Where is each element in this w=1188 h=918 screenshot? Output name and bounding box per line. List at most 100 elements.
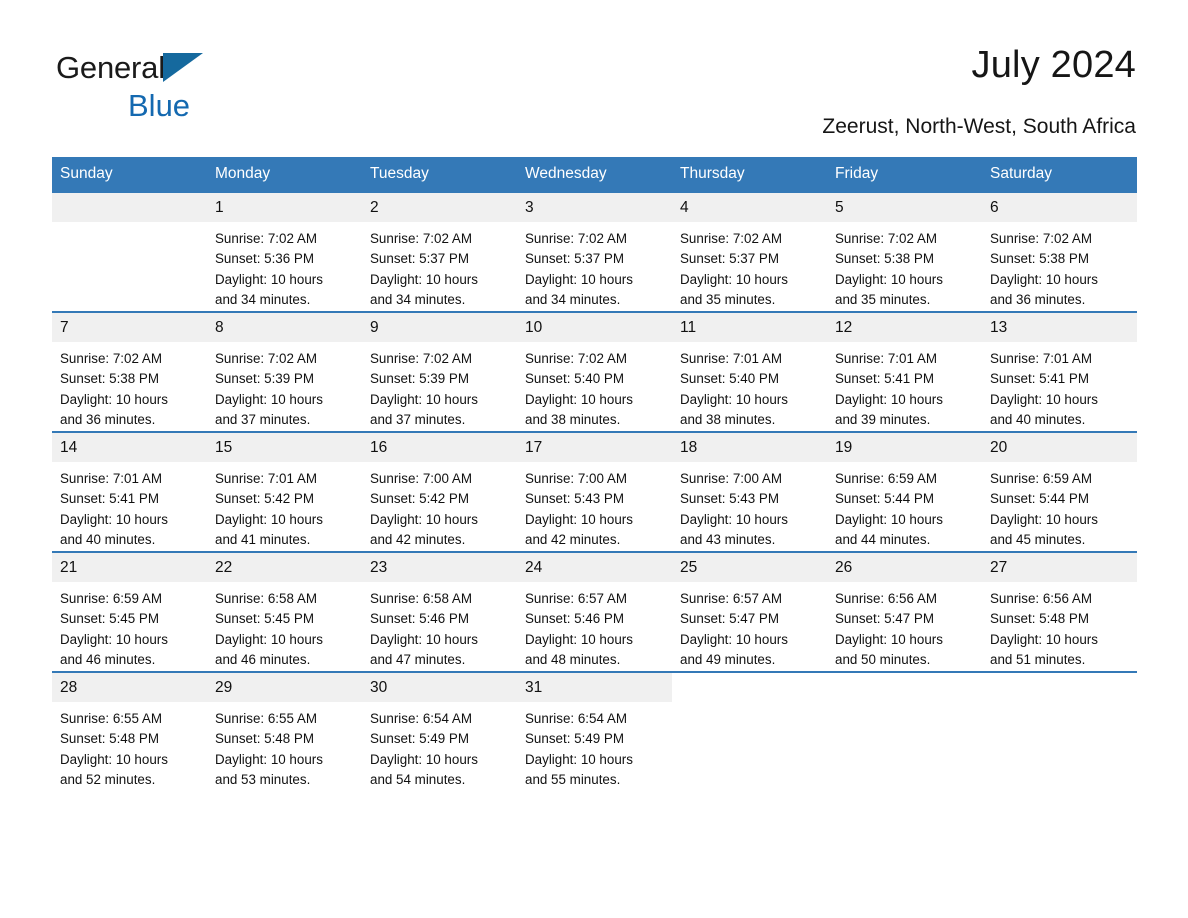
sunrise-text: Sunrise: 7:02 AM — [990, 231, 1092, 246]
day-details: Sunrise: 7:02 AM Sunset: 5:40 PM Daylight:… — [517, 342, 672, 430]
calendar-day-cell[interactable]: 23 Sunrise: 6:58 AM Sunset: 5:46 PM Dayligh… — [362, 551, 517, 672]
sunrise-text: Sunrise: 6:59 AM — [60, 591, 162, 606]
sunset-text: Sunset: 5:41 PM — [60, 491, 159, 507]
calendar-day-cell[interactable]: 26 Sunrise: 6:56 AM Sunset: 5:47 PM Dayligh… — [827, 551, 982, 672]
sunset-text: Sunset: 5:49 PM — [525, 731, 624, 747]
daylight-text-line2: and 50 minutes. — [835, 651, 931, 667]
day-number: 3 — [517, 193, 672, 222]
day-number: 17 — [517, 433, 672, 462]
general-blue-logo[interactable]: General Blue — [56, 52, 286, 124]
day-details: Sunrise: 6:59 AM Sunset: 5:44 PM Daylight:… — [827, 462, 982, 550]
calendar-day-cell[interactable]: 29 Sunrise: 6:55 AM Sunset: 5:48 PM Dayligh… — [207, 671, 362, 791]
calendar-day-cell[interactable]: 31 Sunrise: 6:54 AM Sunset: 5:49 PM Dayligh… — [517, 671, 672, 791]
sunset-text: Sunset: 5:47 PM — [680, 611, 779, 627]
sunrise-text: Sunrise: 6:56 AM — [990, 591, 1092, 606]
sunrise-text: Sunrise: 6:55 AM — [60, 711, 162, 726]
day-details: Sunrise: 6:55 AM Sunset: 5:48 PM Daylight:… — [207, 702, 362, 790]
sunrise-text: Sunrise: 7:01 AM — [680, 351, 782, 366]
triangle-icon — [162, 53, 203, 82]
sunset-text: Sunset: 5:45 PM — [60, 611, 159, 627]
page-header: General Blue July 2024 Zeerust, North-We… — [0, 0, 1188, 138]
sunrise-text: Sunrise: 7:02 AM — [525, 351, 627, 366]
sunset-text: Sunset: 5:39 PM — [215, 371, 314, 387]
sunset-text: Sunset: 5:44 PM — [835, 491, 934, 507]
sunset-text: Sunset: 5:46 PM — [525, 611, 624, 627]
daylight-text-line1: Daylight: 10 hours — [60, 751, 168, 767]
daylight-text-line1: Daylight: 10 hours — [835, 271, 943, 287]
calendar-day-cell[interactable]: 8 Sunrise: 7:02 AM Sunset: 5:39 PM Daylight… — [207, 311, 362, 432]
calendar-day-cell[interactable]: 25 Sunrise: 6:57 AM Sunset: 5:47 PM Dayligh… — [672, 551, 827, 672]
sunrise-text: Sunrise: 7:01 AM — [215, 471, 317, 486]
calendar-day-cell[interactable]: 28 Sunrise: 6:55 AM Sunset: 5:48 PM Dayligh… — [52, 671, 207, 791]
day-details: Sunrise: 7:01 AM Sunset: 5:41 PM Daylight:… — [827, 342, 982, 430]
sunrise-text: Sunrise: 7:01 AM — [835, 351, 937, 366]
daylight-text-line1: Daylight: 10 hours — [370, 271, 478, 287]
day-details: Sunrise: 7:02 AM Sunset: 5:37 PM Daylight:… — [362, 222, 517, 310]
day-number: 2 — [362, 193, 517, 222]
daylight-text-line1: Daylight: 10 hours — [215, 271, 323, 287]
calendar-day-cell[interactable]: 18 Sunrise: 7:00 AM Sunset: 5:43 PM Dayligh… — [672, 431, 827, 552]
calendar-day-cell[interactable]: 6 Sunrise: 7:02 AM Sunset: 5:38 PM Daylight… — [982, 191, 1137, 312]
calendar-day-cell[interactable]: 5 Sunrise: 7:02 AM Sunset: 5:38 PM Daylight… — [827, 191, 982, 312]
calendar-day-cell[interactable]: 10 Sunrise: 7:02 AM Sunset: 5:40 PM Dayligh… — [517, 311, 672, 432]
calendar-day-cell[interactable]: 14 Sunrise: 7:01 AM Sunset: 5:41 PM Dayligh… — [52, 431, 207, 552]
weekday-header-thursday: Thursday — [672, 157, 827, 192]
calendar-week-row: 21 Sunrise: 6:59 AM Sunset: 5:45 PM Dayligh… — [52, 551, 1137, 672]
sunrise-text: Sunrise: 7:02 AM — [525, 231, 627, 246]
calendar-day-cell[interactable]: 9 Sunrise: 7:02 AM Sunset: 5:39 PM Daylight… — [362, 311, 517, 432]
sunset-text: Sunset: 5:42 PM — [370, 491, 469, 507]
calendar-day-cell[interactable]: 1 Sunrise: 7:02 AM Sunset: 5:36 PM Daylight… — [207, 191, 362, 312]
calendar-day-cell[interactable]: 3 Sunrise: 7:02 AM Sunset: 5:37 PM Daylight… — [517, 191, 672, 312]
calendar-day-cell[interactable]: 27 Sunrise: 6:56 AM Sunset: 5:48 PM Dayligh… — [982, 551, 1137, 672]
weekday-header-wednesday: Wednesday — [517, 157, 672, 192]
day-details: Sunrise: 7:02 AM Sunset: 5:37 PM Daylight:… — [517, 222, 672, 310]
daylight-text-line2: and 45 minutes. — [990, 531, 1086, 547]
calendar-week-row: 1 Sunrise: 7:02 AM Sunset: 5:36 PM Daylight… — [52, 191, 1137, 312]
daylight-text-line2: and 49 minutes. — [680, 651, 776, 667]
calendar-day-cell[interactable]: 12 Sunrise: 7:01 AM Sunset: 5:41 PM Dayligh… — [827, 311, 982, 432]
daylight-text-line1: Daylight: 10 hours — [680, 631, 788, 647]
calendar-day-cell[interactable]: 19 Sunrise: 6:59 AM Sunset: 5:44 PM Dayligh… — [827, 431, 982, 552]
calendar-day-cell[interactable]: 20 Sunrise: 6:59 AM Sunset: 5:44 PM Dayligh… — [982, 431, 1137, 552]
day-number: 12 — [827, 313, 982, 342]
calendar-day-cell[interactable]: 24 Sunrise: 6:57 AM Sunset: 5:46 PM Dayligh… — [517, 551, 672, 672]
day-number: 28 — [52, 673, 207, 702]
day-number — [672, 673, 827, 702]
daylight-text-line1: Daylight: 10 hours — [215, 391, 323, 407]
calendar-day-cell[interactable]: 13 Sunrise: 7:01 AM Sunset: 5:41 PM Dayligh… — [982, 311, 1137, 432]
daylight-text-line2: and 36 minutes. — [990, 291, 1086, 307]
daylight-text-line1: Daylight: 10 hours — [990, 631, 1098, 647]
calendar-day-cell[interactable]: 7 Sunrise: 7:02 AM Sunset: 5:38 PM Daylight… — [52, 311, 207, 432]
day-details: Sunrise: 7:02 AM Sunset: 5:39 PM Daylight:… — [207, 342, 362, 430]
sunset-text: Sunset: 5:38 PM — [990, 251, 1089, 267]
calendar-day-cell[interactable]: 2 Sunrise: 7:02 AM Sunset: 5:37 PM Daylight… — [362, 191, 517, 312]
calendar-day-cell[interactable]: 4 Sunrise: 7:02 AM Sunset: 5:37 PM Daylight… — [672, 191, 827, 312]
calendar-day-cell[interactable]: 11 Sunrise: 7:01 AM Sunset: 5:40 PM Dayligh… — [672, 311, 827, 432]
daylight-text-line1: Daylight: 10 hours — [525, 271, 633, 287]
day-details: Sunrise: 7:02 AM Sunset: 5:36 PM Daylight:… — [207, 222, 362, 310]
daylight-text-line2: and 51 minutes. — [990, 651, 1086, 667]
sunset-text: Sunset: 5:43 PM — [680, 491, 779, 507]
calendar-day-cell[interactable]: 16 Sunrise: 7:00 AM Sunset: 5:42 PM Dayligh… — [362, 431, 517, 552]
sunrise-text: Sunrise: 7:01 AM — [60, 471, 162, 486]
daylight-text-line2: and 37 minutes. — [370, 411, 466, 427]
calendar-day-cell[interactable]: 17 Sunrise: 7:00 AM Sunset: 5:43 PM Dayligh… — [517, 431, 672, 552]
daylight-text-line1: Daylight: 10 hours — [370, 511, 478, 527]
day-details: Sunrise: 6:58 AM Sunset: 5:45 PM Daylight:… — [207, 582, 362, 670]
day-details: Sunrise: 6:56 AM Sunset: 5:48 PM Daylight:… — [982, 582, 1137, 670]
weekday-header-friday: Friday — [827, 157, 982, 192]
daylight-text-line2: and 34 minutes. — [215, 291, 311, 307]
daylight-text-line2: and 55 minutes. — [525, 771, 621, 787]
calendar-day-cell[interactable]: 21 Sunrise: 6:59 AM Sunset: 5:45 PM Dayligh… — [52, 551, 207, 672]
sunrise-text: Sunrise: 7:02 AM — [835, 231, 937, 246]
daylight-text-line2: and 40 minutes. — [60, 531, 156, 547]
sunset-text: Sunset: 5:38 PM — [60, 371, 159, 387]
calendar-day-cell[interactable]: 15 Sunrise: 7:01 AM Sunset: 5:42 PM Dayligh… — [207, 431, 362, 552]
daylight-text-line2: and 35 minutes. — [680, 291, 776, 307]
day-number: 25 — [672, 553, 827, 582]
sunset-text: Sunset: 5:48 PM — [60, 731, 159, 747]
calendar-day-cell[interactable]: 22 Sunrise: 6:58 AM Sunset: 5:45 PM Dayligh… — [207, 551, 362, 672]
calendar-day-cell[interactable]: 30 Sunrise: 6:54 AM Sunset: 5:49 PM Dayligh… — [362, 671, 517, 791]
sunset-text: Sunset: 5:49 PM — [370, 731, 469, 747]
day-number — [827, 673, 982, 702]
